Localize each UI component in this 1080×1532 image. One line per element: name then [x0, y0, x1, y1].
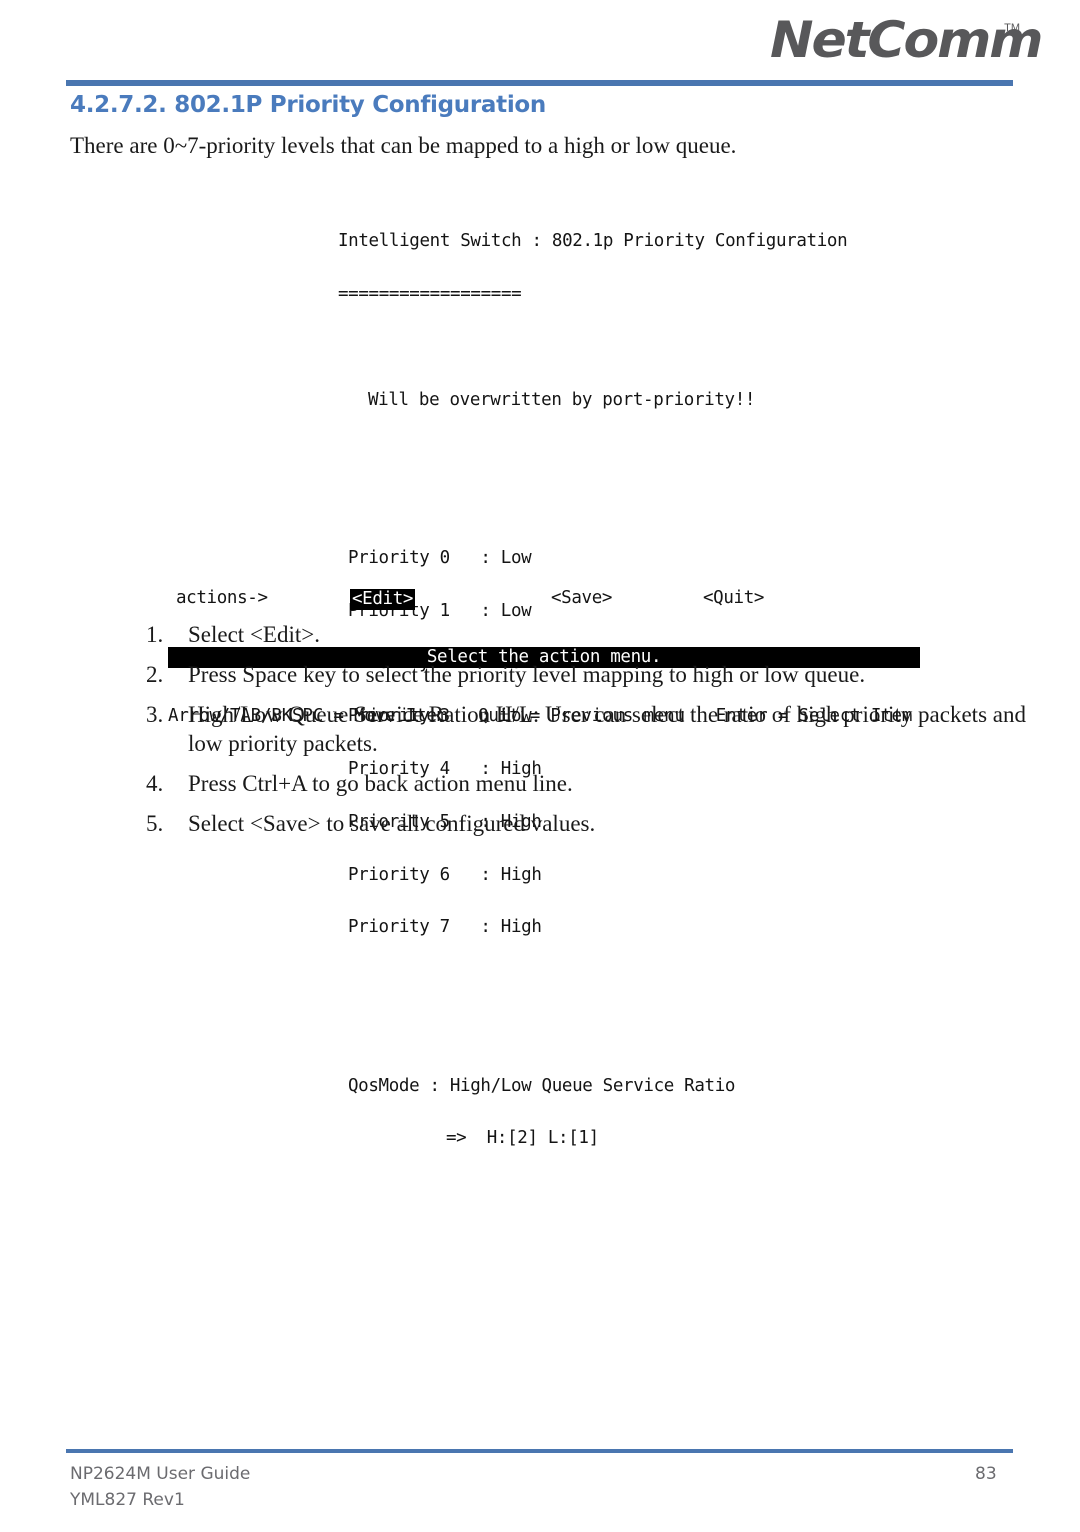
terminal-spacer — [168, 339, 928, 357]
footer-divider — [66, 1449, 1013, 1453]
edit-action-selected[interactable]: <Edit> — [350, 589, 416, 610]
list-item: 3. High/Low Queue Service Ration H/L: Us… — [146, 700, 1046, 758]
netcomm-logo: NetComm TM — [770, 14, 1043, 70]
terminal-title-rule: ================== — [338, 283, 522, 304]
document-page: NetComm TM 4.2.7.2. 802.1P Priority Conf… — [0, 0, 1080, 1532]
page-title: 4.2.7.2. 802.1P Priority Configuration — [70, 92, 546, 118]
qos-ratio-value[interactable]: => H:[2] L:[1] — [168, 1130, 928, 1148]
list-item: 4. Press Ctrl+A to go back action menu l… — [146, 769, 1046, 798]
instruction-list: 1. Select <Edit>. 2. Press Space key to … — [146, 620, 1046, 849]
list-item: 2. Press Space key to select the priorit… — [146, 660, 1046, 689]
terminal-spacer — [168, 497, 928, 515]
intro-paragraph: There are 0~7-priority levels that can b… — [70, 133, 737, 158]
list-item-number: 1. — [146, 622, 164, 647]
terminal-warning: Will be overwritten by port-priority!! — [368, 389, 756, 410]
terminal-spacer — [168, 1025, 928, 1043]
list-item-number: 5. — [146, 811, 164, 836]
list-item-text: Press Ctrl+A to go back action menu line… — [188, 771, 573, 796]
logo-wordmark: NetComm — [770, 11, 1043, 69]
terminal-spacer — [168, 444, 928, 462]
footer-revision: YML827 Rev1 — [70, 1490, 185, 1510]
actions-prompt-label: actions-> — [176, 588, 268, 608]
header-divider — [66, 80, 1013, 86]
page-number: 83 — [975, 1464, 997, 1484]
footer-guide-title: NP2624M User Guide — [70, 1464, 251, 1484]
list-item-text: Select <Save> to save all configured val… — [188, 811, 596, 836]
priority-row-6[interactable]: Priority 6 : High — [168, 866, 928, 885]
quit-action[interactable]: <Quit> — [703, 589, 764, 607]
list-item-number: 2. — [146, 662, 164, 687]
list-item-text: Select <Edit>. — [188, 622, 320, 647]
list-item: 1. Select <Edit>. — [146, 620, 1046, 649]
terminal-spacer — [168, 972, 928, 990]
action-menu-row: actions-> <Edit> <Save> <Quit> — [168, 589, 920, 611]
list-item-text: Press Space key to select the priority l… — [188, 662, 866, 687]
list-item-text: High/Low Queue Service Ration H/L: User … — [188, 702, 1026, 756]
terminal-title: Intelligent Switch : 802.1p Priority Con… — [338, 231, 848, 252]
priority-row-7[interactable]: Priority 7 : High — [168, 919, 928, 937]
save-action[interactable]: <Save> — [551, 589, 612, 607]
list-item: 5. Select <Save> to save all configured … — [146, 809, 1046, 838]
trademark-symbol: TM — [1004, 22, 1020, 34]
qos-mode-label: QosMode : High/Low Queue Service Ratio — [348, 1075, 736, 1096]
footer-document-info: NP2624M User Guide YML827 Rev1 — [70, 1461, 250, 1513]
list-item-number: 3. — [146, 702, 164, 727]
list-item-number: 4. — [146, 771, 164, 796]
